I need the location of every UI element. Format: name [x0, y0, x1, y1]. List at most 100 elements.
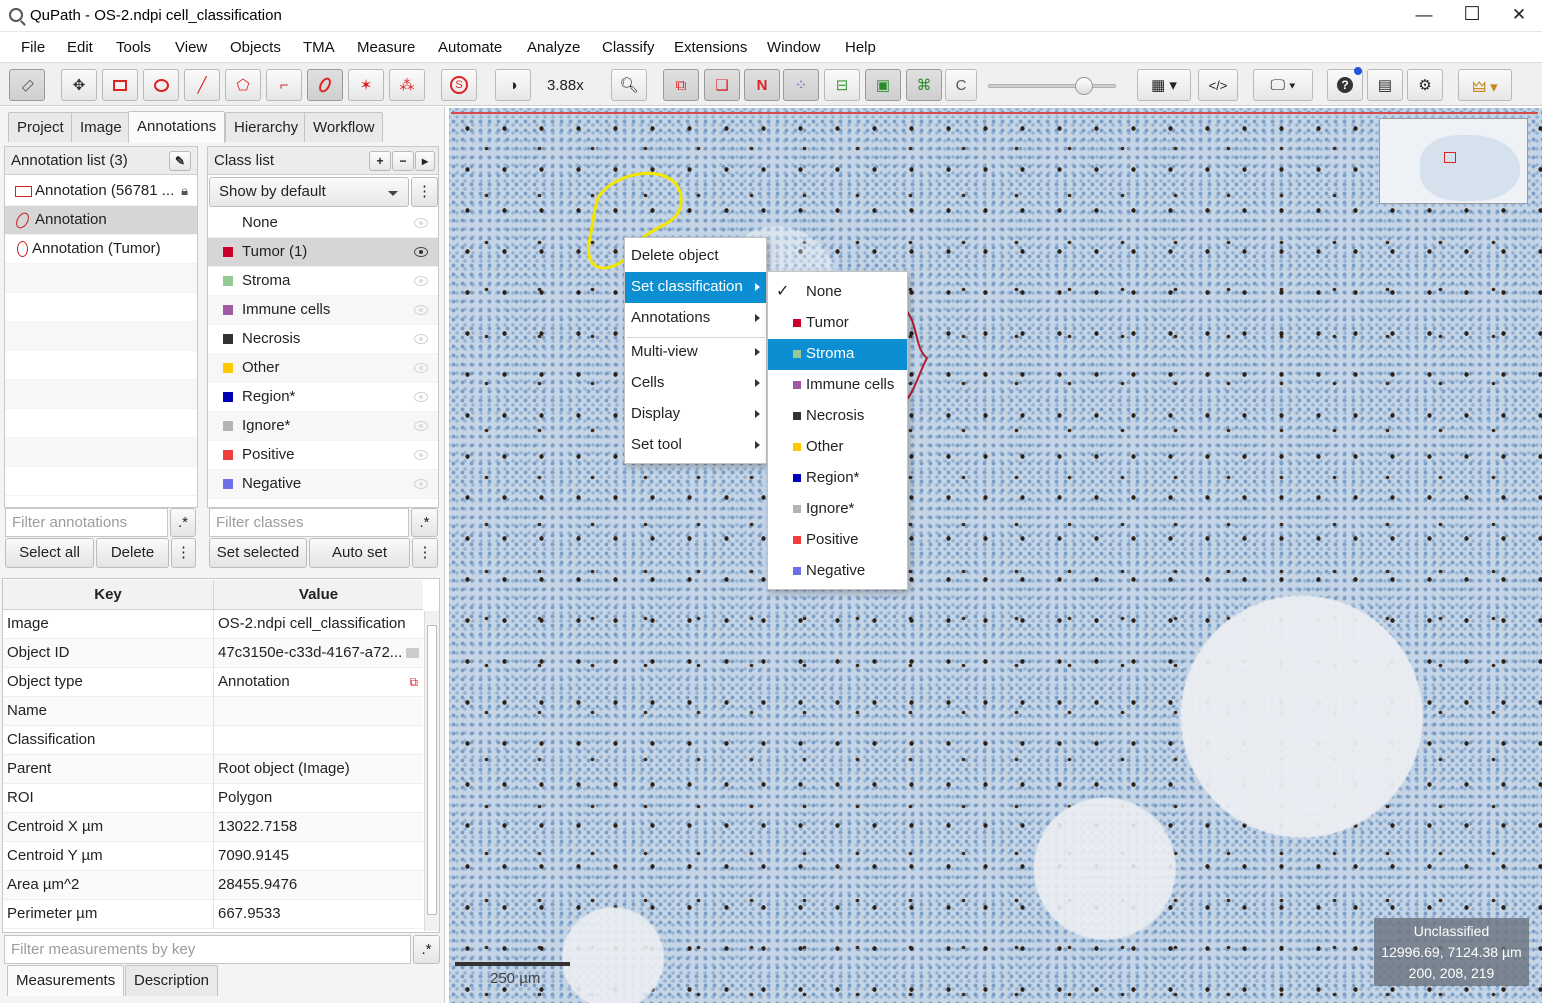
- value-column-header[interactable]: Value: [213, 580, 423, 610]
- menu-item-display[interactable]: Display: [625, 399, 766, 430]
- select-all-button[interactable]: Select all: [5, 538, 94, 568]
- show-by-default-dropdown[interactable]: Show by default: [209, 177, 409, 207]
- menu-tma[interactable]: TMA: [303, 39, 335, 56]
- class-item-none[interactable]: None: [208, 209, 438, 238]
- menu-item-set-classification[interactable]: Set classification: [625, 272, 766, 303]
- polygon-tool-button[interactable]: ⬠: [225, 69, 261, 101]
- selection-toggle-button[interactable]: S: [441, 69, 477, 101]
- submenu-item-negative[interactable]: Negative: [768, 556, 907, 587]
- table-row[interactable]: Perimeter µm 667.9533: [3, 900, 423, 929]
- table-scrollbar[interactable]: [424, 611, 439, 931]
- tab-hierarchy[interactable]: Hierarchy: [225, 112, 308, 142]
- menu-file[interactable]: File: [21, 39, 45, 56]
- table-row[interactable]: Centroid Y µm 7090.9145: [3, 842, 423, 871]
- menu-item-multi-view[interactable]: Multi-view: [625, 337, 766, 368]
- viewer-display-button[interactable]: 🖵︎ ▾: [1253, 69, 1313, 101]
- visibility-eye-icon[interactable]: [414, 421, 428, 431]
- menu-classify[interactable]: Classify: [602, 39, 655, 56]
- measurement-table-button[interactable]: ▦ ▾: [1137, 69, 1191, 101]
- menu-help[interactable]: Help: [845, 39, 876, 56]
- tab-measurements[interactable]: Measurements: [7, 965, 125, 996]
- visibility-eye-icon[interactable]: [414, 247, 428, 257]
- menu-tools[interactable]: Tools: [116, 39, 151, 56]
- show-tma-grid-button[interactable]: ⁘: [783, 69, 819, 101]
- class-item-stroma[interactable]: Stroma: [208, 267, 438, 296]
- edit-annotation-button[interactable]: ✎: [169, 151, 191, 171]
- submenu-item-tumor[interactable]: Tumor: [768, 308, 907, 339]
- measurement-regex-toggle[interactable]: .*: [413, 935, 440, 964]
- overview-thumbnail[interactable]: [1379, 118, 1528, 204]
- ellipse-tool-button[interactable]: [143, 69, 179, 101]
- submenu-item-immune-cells[interactable]: Immune cells: [768, 370, 907, 401]
- opacity-slider-thumb[interactable]: [1075, 77, 1093, 95]
- menu-item-cells[interactable]: Cells: [625, 368, 766, 399]
- visibility-eye-icon[interactable]: [414, 334, 428, 344]
- auto-set-button[interactable]: Auto set: [309, 538, 410, 568]
- menu-window[interactable]: Window: [767, 39, 820, 56]
- class-item-tumor[interactable]: Tumor (1): [208, 238, 438, 267]
- menu-item-delete-object[interactable]: Delete object: [625, 241, 766, 272]
- points-tool-button[interactable]: ⁂: [389, 69, 425, 101]
- log-button[interactable]: ▤: [1367, 69, 1403, 101]
- visibility-eye-icon[interactable]: [414, 392, 428, 402]
- id-card-icon[interactable]: [406, 648, 419, 658]
- show-connections-button[interactable]: ⌘: [906, 69, 942, 101]
- class-regex-toggle[interactable]: .*: [411, 508, 438, 537]
- menu-extensions[interactable]: Extensions: [674, 39, 747, 56]
- menu-view[interactable]: View: [175, 39, 207, 56]
- add-class-button[interactable]: +: [369, 151, 391, 171]
- table-row[interactable]: ROI Polygon: [3, 784, 423, 813]
- submenu-item-positive[interactable]: Positive: [768, 525, 907, 556]
- menu-item-annotations[interactable]: Annotations: [625, 303, 766, 334]
- annotation-more-button[interactable]: ⋮: [171, 538, 196, 568]
- minimize-button[interactable]: —: [1401, 0, 1447, 32]
- annotation-regex-toggle[interactable]: .*: [170, 508, 196, 537]
- table-row[interactable]: Object ID 47c3150e-c33d-4167-a72...: [3, 639, 423, 668]
- class-item-other[interactable]: Other: [208, 354, 438, 383]
- menu-measure[interactable]: Measure: [357, 39, 415, 56]
- preferences-button[interactable]: ⚙: [1407, 69, 1443, 101]
- fill-annotations-button[interactable]: ❏: [704, 69, 740, 101]
- image-viewer[interactable]: [449, 108, 1542, 1003]
- visibility-eye-icon[interactable]: [414, 276, 428, 286]
- table-row[interactable]: Centroid X µm 13022.7158: [3, 813, 423, 842]
- visibility-eye-icon[interactable]: [414, 363, 428, 373]
- table-row[interactable]: Classification: [3, 726, 423, 755]
- filter-annotations-input[interactable]: Filter annotations: [5, 508, 168, 537]
- show-detections-button[interactable]: ⊟: [824, 69, 860, 101]
- visibility-eye-icon[interactable]: [414, 305, 428, 315]
- show-annotations-button[interactable]: ⧉: [663, 69, 699, 101]
- brush-tool-button[interactable]: [307, 69, 343, 101]
- class-item-region[interactable]: Region*: [208, 383, 438, 412]
- maximize-button[interactable]: ☐: [1449, 0, 1495, 32]
- submenu-item-necrosis[interactable]: Necrosis: [768, 401, 907, 432]
- menu-item-set-tool[interactable]: Set tool: [625, 430, 766, 461]
- zoom-to-fit-button[interactable]: 🔍︎: [611, 69, 647, 101]
- close-button[interactable]: ✕: [1496, 0, 1542, 32]
- show-names-button[interactable]: N: [744, 69, 780, 101]
- scrollbar-thumb[interactable]: [427, 625, 437, 915]
- rectangle-tool-button[interactable]: [102, 69, 138, 101]
- script-editor-button[interactable]: </>: [1198, 69, 1238, 101]
- submenu-item-stroma[interactable]: Stroma: [768, 339, 907, 370]
- tab-workflow[interactable]: Workflow: [304, 112, 384, 142]
- table-row[interactable]: Name: [3, 697, 423, 726]
- table-row[interactable]: Image OS-2.ndpi cell_classification: [3, 610, 423, 639]
- class-options-button[interactable]: ⋮: [411, 177, 438, 207]
- visibility-eye-icon[interactable]: [414, 450, 428, 460]
- table-row[interactable]: Parent Root object (Image): [3, 755, 423, 784]
- class-more-button[interactable]: ⋮: [412, 538, 438, 568]
- class-item-immune-cells[interactable]: Immune cells: [208, 296, 438, 325]
- class-item-necrosis[interactable]: Necrosis: [208, 325, 438, 354]
- set-selected-button[interactable]: Set selected: [209, 538, 307, 568]
- annotation-row[interactable]: Annotation (Tumor): [5, 235, 197, 264]
- fill-detections-button[interactable]: ▣: [865, 69, 901, 101]
- visibility-eye-icon[interactable]: [414, 218, 428, 228]
- move-tool-button[interactable]: ✥: [61, 69, 97, 101]
- tab-annotations[interactable]: Annotations: [128, 111, 226, 143]
- table-row[interactable]: Area µm^2 28455.9476: [3, 871, 423, 900]
- extensions-dropdown-button[interactable]: 🜲︎ ▾: [1458, 69, 1512, 101]
- menu-objects[interactable]: Objects: [230, 39, 281, 56]
- show-pixel-classification-button[interactable]: C: [945, 69, 977, 101]
- submenu-item-region[interactable]: Region*: [768, 463, 907, 494]
